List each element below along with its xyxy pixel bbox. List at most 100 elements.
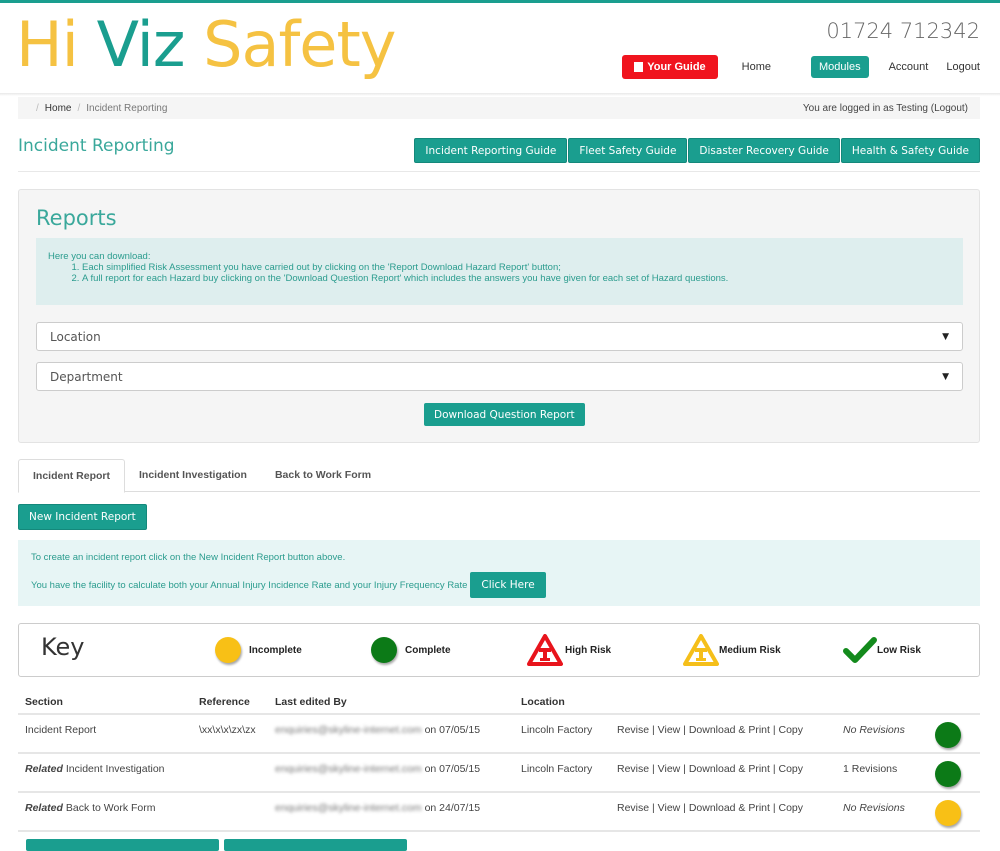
new-incident-report-button[interactable]: New Incident Report [18,504,147,530]
title-divider [18,171,980,172]
red-warning-triangle-icon [527,634,563,666]
copy-link[interactable]: Copy [779,763,804,775]
alert-line-1: To create an incident report click on th… [31,552,346,563]
revise-link[interactable]: Revise [617,802,649,814]
cell-actions: Revise | View | Download & Print | Copy [617,724,804,736]
guide-buttons: Incident Reporting Guide Fleet Safety Gu… [413,138,980,163]
yellow-warning-triangle-icon [683,634,719,666]
location-select-value: Location [50,329,101,344]
editor-email: enquiries@skyline-internet.com [275,802,422,814]
logged-in-status[interactable]: You are logged in as Testing (Logout) [803,103,968,114]
table-header: Section Reference Last edited By Locatio… [18,691,980,715]
green-circle-icon [371,637,397,663]
download-print-link[interactable]: Download & Print [689,802,770,814]
cell-status [927,761,977,787]
key-item-low-risk: Low Risk [843,624,921,676]
copy-link[interactable]: Copy [779,802,804,814]
related-prefix: Related [25,802,63,814]
cell-location: Lincoln Factory [521,724,593,736]
reports-panel: Reports Here you can download: Each simp… [18,189,980,443]
copy-link[interactable]: Copy [779,724,804,736]
key-item-complete: Complete [371,624,451,676]
cell-section: Incident Report [18,724,199,736]
yellow-circle-icon [935,800,961,826]
nav-account[interactable]: Account [889,61,929,73]
book-icon [634,62,644,72]
tab-incident-report[interactable]: Incident Report [18,459,126,493]
key-label: Medium Risk [719,644,781,656]
revise-link[interactable]: Revise [617,763,649,775]
click-here-button[interactable]: Click Here [470,572,546,598]
cell-last-edited: enquiries@skyline-internet.com on 07/05/… [275,724,521,736]
cell-status [927,800,977,826]
view-link[interactable]: View [658,724,681,736]
edit-date: on 24/07/15 [424,802,481,814]
revisions-text[interactable]: 1 Revisions [843,763,897,775]
table-row: Incident Report \xx\x\x\zx\zx enquiries@… [18,715,980,754]
reports-instruction-item: Each simplified Risk Assessment you have… [82,262,951,273]
key-item-medium-risk: Medium Risk [683,624,781,676]
table-row: Related Back to Work Form enquiries@skyl… [18,793,980,832]
location-select[interactable]: Location ▼ [36,322,963,351]
breadcrumb-separator: / [36,102,39,114]
key-title: Key [41,633,85,661]
logo-word-viz: Viz [96,8,186,81]
logo-word-hi: Hi [16,8,79,81]
incident-table: Section Reference Last edited By Locatio… [18,691,980,832]
header-divider [0,93,1000,96]
tab-incident-investigation[interactable]: Incident Investigation [125,459,261,491]
phone-number: 01724 712342 [826,19,980,43]
green-checkmark-icon [843,637,877,663]
green-circle-icon [935,722,961,748]
cell-revisions: No Revisions [843,802,927,814]
tab-back-to-work-form[interactable]: Back to Work Form [261,459,385,491]
page-title: Incident Reporting [18,136,175,156]
your-guide-label: Your Guide [647,61,706,73]
download-print-link[interactable]: Download & Print [689,763,770,775]
health-safety-guide-button[interactable]: Health & Safety Guide [840,138,980,163]
nav-logout[interactable]: Logout [946,61,980,73]
site-header: Hi Viz Safety 01724 712342 Your Guide Ho… [0,3,1000,93]
download-print-link[interactable]: Download & Print [689,724,770,736]
chevron-down-icon: ▼ [942,371,949,382]
nav-home[interactable]: Home [742,61,771,73]
bottom-action-button[interactable] [26,839,219,851]
section-name: Incident Report [25,724,97,736]
cell-last-edited: enquiries@skyline-internet.com on 07/05/… [275,763,521,775]
download-question-report-button[interactable]: Download Question Report [424,403,585,426]
column-header-reference: Reference [199,696,250,708]
disaster-recovery-guide-button[interactable]: Disaster Recovery Guide [688,138,840,163]
view-link[interactable]: View [658,802,681,814]
section-name: Incident Investigation [65,763,165,775]
fleet-safety-guide-button[interactable]: Fleet Safety Guide [568,138,688,163]
incident-reporting-guide-button[interactable]: Incident Reporting Guide [414,138,568,163]
site-logo[interactable]: Hi Viz Safety [16,8,396,81]
related-prefix: Related [25,763,63,775]
view-link[interactable]: View [658,763,681,775]
bottom-action-button[interactable] [224,839,407,851]
status-key: Key Incomplete Complete High Risk Medium… [18,623,980,677]
department-select[interactable]: Department ▼ [36,362,963,391]
revisions-text: No Revisions [843,802,905,814]
key-label: Incomplete [249,644,302,656]
revisions-text: No Revisions [843,724,905,736]
section-tabs: Incident Report Incident Investigation B… [18,459,980,493]
nav-modules[interactable]: Modules [811,56,869,78]
revise-link[interactable]: Revise [617,724,649,736]
cell-revisions: No Revisions [843,724,927,736]
reports-instructions: Each simplified Risk Assessment you have… [48,262,951,284]
green-circle-icon [935,761,961,787]
cell-actions: Revise | View | Download & Print | Copy [617,763,804,775]
key-label: Low Risk [877,644,921,656]
breadcrumb-home[interactable]: Home [45,103,72,114]
column-header-location: Location [521,696,565,708]
reports-intro: Here you can download: [48,251,151,262]
editor-email: enquiries@skyline-internet.com [275,763,422,775]
table-row: Related Incident Investigation enquiries… [18,754,980,793]
department-select-value: Department [50,369,123,384]
breadcrumb-separator: / [77,102,81,114]
cell-location: Lincoln Factory [521,763,593,775]
your-guide-button[interactable]: Your Guide [622,55,718,79]
cell-status [927,722,977,748]
yellow-circle-icon [215,637,241,663]
